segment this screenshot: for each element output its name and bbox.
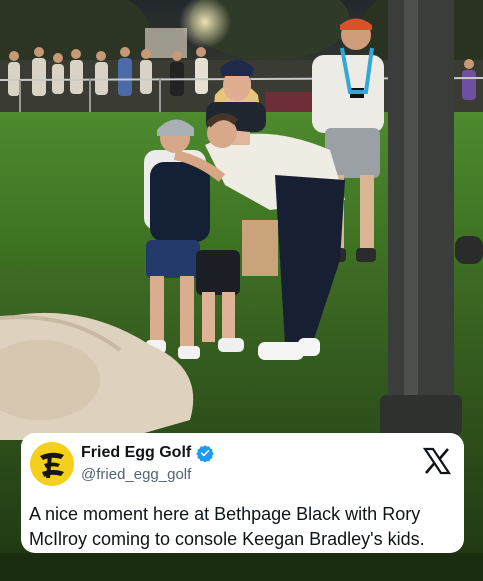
avatar[interactable] [30, 442, 74, 486]
lamp-post [380, 0, 462, 435]
x-logo-icon[interactable] [422, 447, 452, 475]
tweet-text: A nice moment here at Bethpage Black wit… [29, 504, 425, 549]
verified-badge-icon [196, 445, 214, 462]
golf-bag [455, 236, 483, 264]
name-row: Fried Egg Golf [81, 444, 214, 462]
display-name[interactable]: Fried Egg Golf [81, 444, 191, 462]
tweet-card[interactable]: Fried Egg Golf @fried_egg_golf A nice mo… [21, 433, 464, 553]
bottom-grass [0, 553, 483, 581]
fried-egg-logo-icon [40, 452, 64, 478]
handle[interactable]: @fried_egg_golf [81, 466, 191, 483]
